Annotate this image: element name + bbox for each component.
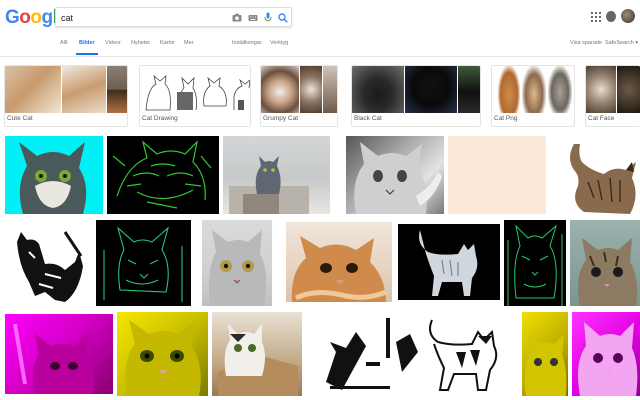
search-tabs: Allt Bilder Videor Nyheter Kartor Mer In… xyxy=(0,36,640,56)
tab-tools[interactable]: Verktyg xyxy=(270,40,288,46)
related-chip-cat-drawing[interactable]: Cat Drawing xyxy=(139,65,251,127)
notifications-icon[interactable] xyxy=(606,11,616,22)
image-result-magenta-cat-2[interactable] xyxy=(572,312,640,396)
image-result-gray-kitten[interactable] xyxy=(346,136,444,214)
tab-videos[interactable]: Videor xyxy=(105,40,121,46)
related-chip-label: Cat Drawing xyxy=(142,115,178,122)
avatar[interactable] xyxy=(621,9,635,23)
related-chip-cat-face[interactable]: Cat Face xyxy=(585,65,640,127)
apps-grid-icon[interactable] xyxy=(591,12,601,22)
logo-letter-o1: o xyxy=(19,7,31,28)
image-result-cyan-cat[interactable] xyxy=(5,136,103,214)
search-icon[interactable] xyxy=(277,11,289,24)
related-chip-label: Grumpy Cat xyxy=(263,115,299,122)
header: Google Allt Bilder Videor Nyheter Kartor… xyxy=(0,0,640,56)
image-result-cat-in-box[interactable] xyxy=(212,312,302,396)
microphone-icon[interactable] xyxy=(262,11,274,24)
image-result-green-edge-cat-3[interactable] xyxy=(504,220,566,306)
related-searches: Cute Cat Cat Drawing Grumpy Cat Black Ca… xyxy=(0,58,640,128)
search-box[interactable] xyxy=(55,7,292,27)
image-result-white-cat-on-black[interactable] xyxy=(398,224,500,300)
keyboard-icon[interactable] xyxy=(247,11,259,24)
image-result-tabby-kitten[interactable] xyxy=(570,220,640,306)
search-input[interactable] xyxy=(61,10,221,25)
tab-images[interactable]: Bilder xyxy=(79,40,95,46)
related-chip-label: Cat Face xyxy=(588,115,615,122)
image-result-magenta-cat-1[interactable] xyxy=(5,314,113,394)
tab-news[interactable]: Nyheter xyxy=(131,40,150,46)
logo-letter-g2: g xyxy=(41,7,54,28)
tab-settings[interactable]: Inställningar xyxy=(232,40,262,46)
image-result-orange-cat-lying[interactable] xyxy=(286,222,392,302)
tab-maps[interactable]: Kartor xyxy=(160,40,175,46)
tab-more[interactable]: Mer xyxy=(184,40,193,46)
camera-icon[interactable] xyxy=(231,11,243,24)
image-result-kitten-on-box[interactable] xyxy=(223,136,330,214)
image-result-cream-blank[interactable] xyxy=(448,136,546,214)
image-result-green-edge-cat[interactable] xyxy=(107,136,219,214)
tab-all[interactable]: Allt xyxy=(60,40,68,46)
related-chip-cat-png[interactable]: Cat Png xyxy=(491,65,575,127)
image-result-tabby-back[interactable] xyxy=(560,136,640,214)
image-result-bw-sketch-cat[interactable] xyxy=(5,222,87,306)
safesearch-menu[interactable]: SafeSearch ▾ xyxy=(605,40,638,46)
image-result-green-edge-cat-2[interactable] xyxy=(96,220,191,306)
image-result-yellow-cat-2[interactable] xyxy=(522,312,568,396)
logo-letter-o2: o xyxy=(30,7,42,28)
related-chip-grumpy-cat[interactable]: Grumpy Cat xyxy=(260,65,338,127)
header-divider xyxy=(0,56,640,57)
image-result-gray-cat-portrait[interactable] xyxy=(202,220,272,306)
related-chip-cute-cat[interactable]: Cute Cat xyxy=(4,65,128,127)
image-result-bw-stencil-cats[interactable] xyxy=(306,312,520,396)
related-chip-black-cat[interactable]: Black Cat xyxy=(351,65,481,127)
related-chip-label: Cat Png xyxy=(494,115,518,122)
related-chip-label: Cute Cat xyxy=(7,115,33,122)
logo-letter-g: G xyxy=(5,7,20,28)
saved-link[interactable]: Visa sparade xyxy=(570,40,602,46)
image-result-yellow-cat-1[interactable] xyxy=(117,312,208,396)
related-chip-label: Black Cat xyxy=(354,115,382,122)
active-tab-indicator xyxy=(76,53,98,55)
